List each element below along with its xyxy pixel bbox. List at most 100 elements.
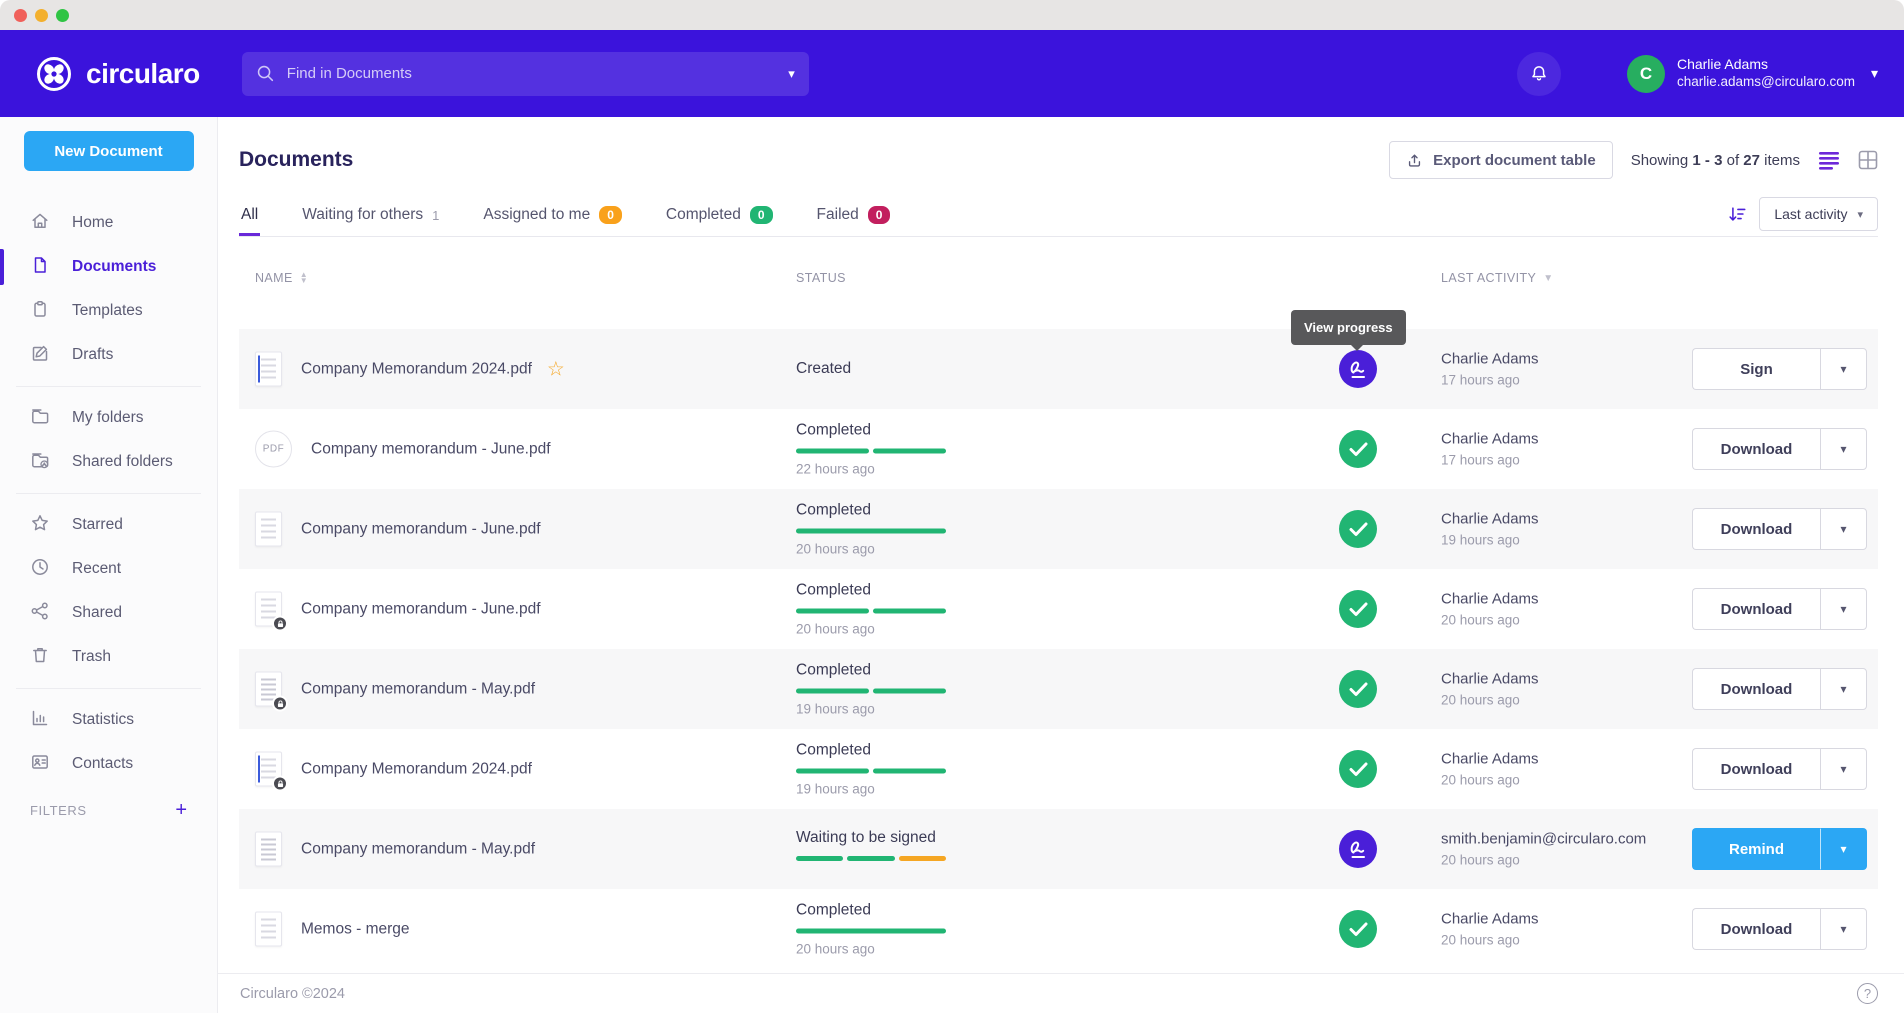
status-time: 20 hours ago bbox=[796, 942, 1116, 957]
download-button[interactable]: Download bbox=[1692, 428, 1820, 470]
header-right: C Charlie Adams charlie.adams@circularo.… bbox=[1517, 52, 1878, 96]
tab-all[interactable]: All bbox=[239, 197, 260, 236]
chart-icon bbox=[30, 708, 50, 733]
table-row[interactable]: Company memorandum - June.pdfCompleted20… bbox=[239, 489, 1878, 569]
status-icon-cell bbox=[1339, 430, 1377, 468]
showing-range: 1 - 3 bbox=[1692, 152, 1722, 169]
tab-assigned-to-me[interactable]: Assigned to me0 bbox=[481, 197, 624, 236]
table-row[interactable]: Company memorandum - May.pdfWaiting to b… bbox=[239, 809, 1878, 889]
sidebar-item-home[interactable]: Home bbox=[0, 201, 217, 245]
progress-bar[interactable] bbox=[796, 929, 946, 934]
table-row[interactable]: Company Memorandum 2024.pdfCompleted19 h… bbox=[239, 729, 1878, 809]
row-action: Sign▾ bbox=[1692, 348, 1867, 390]
download-button[interactable]: Download bbox=[1692, 508, 1820, 550]
sort-by-dropdown[interactable]: Last activity ▾ bbox=[1759, 197, 1878, 231]
search-input[interactable] bbox=[287, 65, 769, 82]
tab-completed[interactable]: Completed0 bbox=[664, 197, 775, 236]
column-header-status[interactable]: STATUS bbox=[796, 271, 846, 285]
action-dropdown-caret[interactable]: ▾ bbox=[1820, 428, 1867, 470]
sidebar-item-label: Shared folders bbox=[72, 453, 173, 471]
column-header-name[interactable]: NAME▲▼ bbox=[255, 271, 308, 285]
download-button[interactable]: Download bbox=[1692, 588, 1820, 630]
action-dropdown-caret[interactable]: ▾ bbox=[1820, 588, 1867, 630]
add-filter-button[interactable]: + bbox=[175, 800, 187, 820]
sidebar-item-shared-folders[interactable]: Shared folders bbox=[0, 440, 217, 484]
action-dropdown-caret[interactable]: ▾ bbox=[1820, 348, 1867, 390]
help-button[interactable]: ? bbox=[1857, 983, 1878, 1004]
status-time: 22 hours ago bbox=[796, 462, 1116, 477]
remind-button[interactable]: Remind bbox=[1692, 828, 1820, 870]
star-icon bbox=[30, 513, 50, 538]
table-row[interactable]: Memos - mergeCompleted20 hours agoCharli… bbox=[239, 889, 1878, 969]
completed-check-icon[interactable] bbox=[1339, 510, 1377, 548]
tab-failed[interactable]: Failed0 bbox=[815, 197, 893, 236]
search-scope-caret-icon[interactable]: ▾ bbox=[788, 66, 795, 82]
main-content: Documents Export document table Showing … bbox=[218, 117, 1904, 1013]
notifications-button[interactable] bbox=[1517, 52, 1561, 96]
download-button[interactable]: Download bbox=[1692, 668, 1820, 710]
progress-bar[interactable] bbox=[796, 856, 946, 861]
last-activity-time: 20 hours ago bbox=[1441, 693, 1701, 708]
signature-progress-icon[interactable] bbox=[1339, 830, 1377, 868]
action-dropdown-caret[interactable]: ▾ bbox=[1820, 908, 1867, 950]
footer: Circularo ©2024 ? bbox=[218, 973, 1904, 1013]
document-name: Company Memorandum 2024.pdf bbox=[301, 360, 532, 378]
completed-check-icon[interactable] bbox=[1339, 430, 1377, 468]
action-dropdown-caret[interactable]: ▾ bbox=[1820, 508, 1867, 550]
column-header-last-activity[interactable]: LAST ACTIVITY▼ bbox=[1441, 271, 1554, 285]
action-dropdown-caret[interactable]: ▾ bbox=[1820, 828, 1867, 870]
tab-waiting-for-others[interactable]: Waiting for others1 bbox=[300, 197, 441, 236]
completed-check-icon[interactable] bbox=[1339, 670, 1377, 708]
signature-progress-icon[interactable] bbox=[1339, 350, 1377, 388]
maximize-window-button[interactable] bbox=[56, 9, 69, 22]
global-search[interactable]: ▾ bbox=[242, 52, 809, 96]
document-icon bbox=[30, 255, 50, 280]
sign-button[interactable]: Sign bbox=[1692, 348, 1820, 390]
user-menu[interactable]: C Charlie Adams charlie.adams@circularo.… bbox=[1627, 55, 1878, 93]
brand-logo[interactable]: circularo bbox=[34, 54, 200, 94]
sidebar-item-shared[interactable]: Shared bbox=[0, 591, 217, 635]
status-text: Completed bbox=[796, 582, 1116, 600]
new-document-button[interactable]: New Document bbox=[24, 131, 194, 171]
sidebar-item-templates[interactable]: Templates bbox=[0, 289, 217, 333]
status-text: Completed bbox=[796, 502, 1116, 520]
progress-bar[interactable] bbox=[796, 689, 946, 694]
minimize-window-button[interactable] bbox=[35, 9, 48, 22]
row-action-button: Download▾ bbox=[1692, 748, 1867, 790]
table-row[interactable]: Company memorandum - June.pdfCompleted20… bbox=[239, 569, 1878, 649]
completed-check-icon[interactable] bbox=[1339, 590, 1377, 628]
close-window-button[interactable] bbox=[14, 9, 27, 22]
sidebar-item-label: Trash bbox=[72, 648, 111, 666]
sidebar-item-contacts[interactable]: Contacts bbox=[0, 742, 217, 786]
completed-check-icon[interactable] bbox=[1339, 750, 1377, 788]
status-time: 20 hours ago bbox=[796, 622, 1116, 637]
showing-summary: Showing 1 - 3 of 27 items bbox=[1631, 152, 1800, 169]
table-row[interactable]: Company Memorandum 2024.pdf☆CreatedCharl… bbox=[239, 329, 1878, 409]
star-icon[interactable]: ☆ bbox=[547, 357, 565, 382]
export-document-table-button[interactable]: Export document table bbox=[1389, 141, 1613, 179]
action-dropdown-caret[interactable]: ▾ bbox=[1820, 748, 1867, 790]
progress-bar[interactable] bbox=[796, 609, 946, 614]
action-dropdown-caret[interactable]: ▾ bbox=[1820, 668, 1867, 710]
last-activity-cell: Charlie Adams20 hours ago bbox=[1441, 911, 1701, 948]
sort-direction-icon[interactable] bbox=[1727, 204, 1747, 224]
completed-check-icon[interactable] bbox=[1339, 910, 1377, 948]
sidebar-item-trash[interactable]: Trash bbox=[0, 635, 217, 679]
progress-bar[interactable] bbox=[796, 529, 946, 534]
table-row[interactable]: PDFCompany memorandum - June.pdfComplete… bbox=[239, 409, 1878, 489]
progress-bar[interactable] bbox=[796, 449, 946, 454]
sidebar-item-starred[interactable]: Starred bbox=[0, 503, 217, 547]
sidebar-item-statistics[interactable]: Statistics bbox=[0, 698, 217, 742]
list-view-button[interactable] bbox=[1818, 150, 1840, 170]
home-icon bbox=[30, 211, 50, 236]
download-button[interactable]: Download bbox=[1692, 908, 1820, 950]
sidebar-item-drafts[interactable]: Drafts bbox=[0, 333, 217, 377]
download-button[interactable]: Download bbox=[1692, 748, 1820, 790]
sidebar-item-documents[interactable]: Documents bbox=[0, 245, 217, 289]
sidebar-item-recent[interactable]: Recent bbox=[0, 547, 217, 591]
sidebar-item-my-folders[interactable]: My folders bbox=[0, 396, 217, 440]
progress-bar[interactable] bbox=[796, 769, 946, 774]
grid-view-button[interactable] bbox=[1858, 150, 1878, 170]
table-row[interactable]: Company memorandum - May.pdfCompleted19 … bbox=[239, 649, 1878, 729]
tab-label: Completed bbox=[666, 206, 741, 224]
